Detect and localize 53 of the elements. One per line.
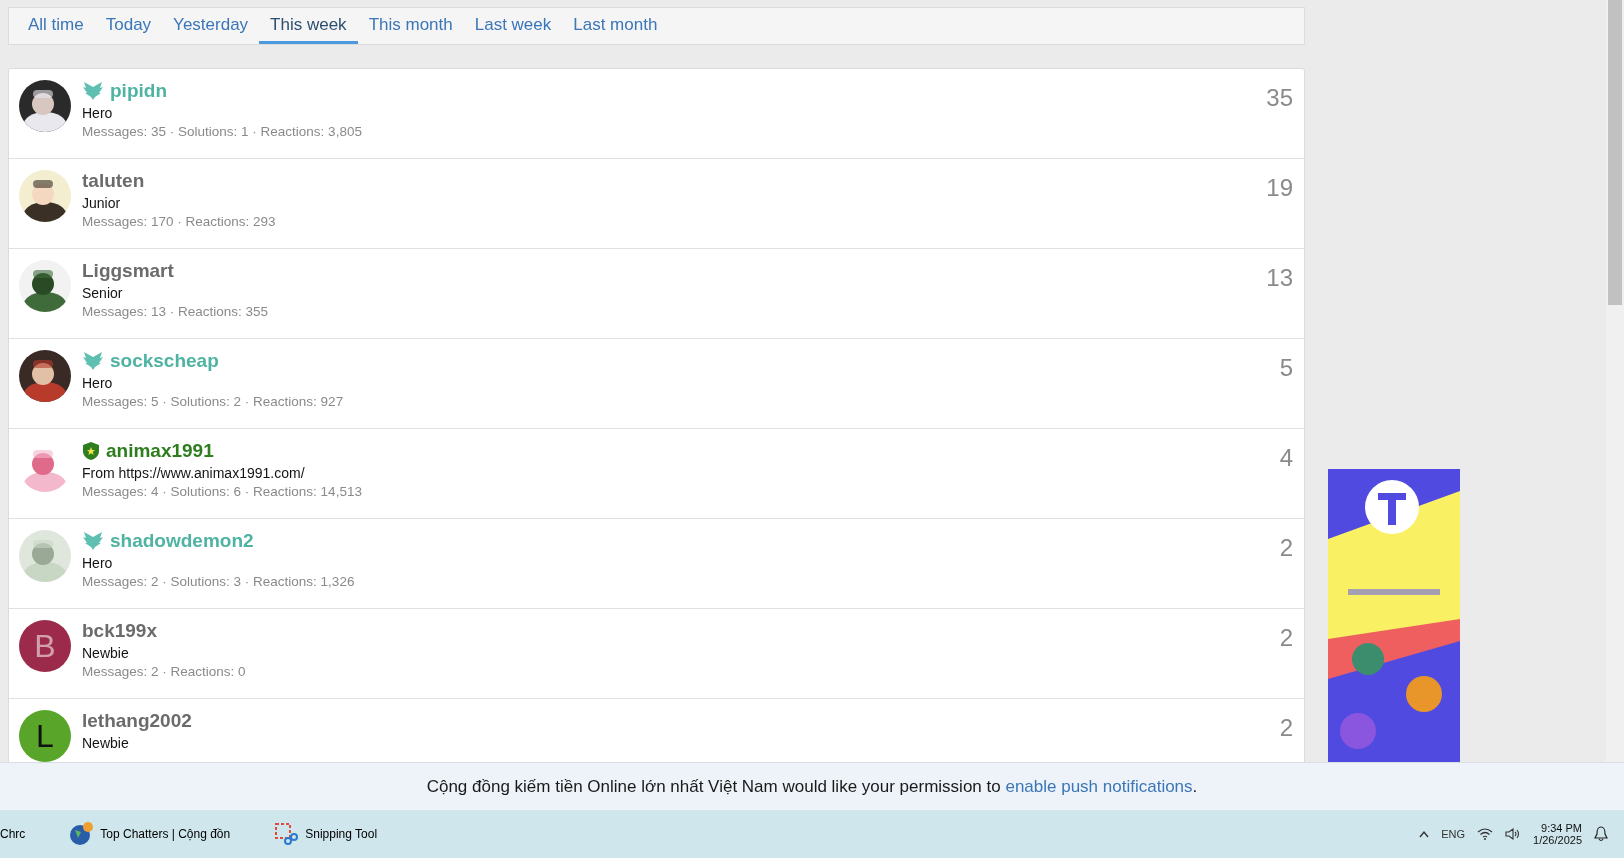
tab[interactable]: Last week xyxy=(463,8,563,44)
member-name[interactable]: animax1991 xyxy=(106,440,214,462)
message-count: 2 xyxy=(1279,624,1293,653)
member-title: Hero xyxy=(82,105,114,121)
member-title: Junior xyxy=(82,195,122,211)
avatar[interactable]: L xyxy=(19,710,71,762)
tab[interactable]: All time xyxy=(17,8,95,44)
taskbar-app[interactable]: Top Chatters | Cộng đồn xyxy=(41,810,239,858)
message-count: 19 xyxy=(1266,174,1293,203)
member-stats: Messages: 2 · Solutions: 3 · Reactions: 1,326 xyxy=(82,574,356,589)
member-title: From https://www.animax1991.com/ xyxy=(82,465,306,481)
member-name[interactable]: taluten xyxy=(82,170,145,192)
wifi-icon[interactable] xyxy=(1477,828,1494,840)
member-name[interactable]: Liggsmart xyxy=(82,260,174,282)
member-stats: Messages: 35 · Solutions: 1 · Reactions: 3,805 xyxy=(82,124,363,139)
scissors-icon xyxy=(274,822,299,846)
member-stats: Messages: 170 · Reactions: 293 xyxy=(82,214,277,229)
member-name[interactable]: lethang2002 xyxy=(82,710,192,732)
member-stats: Messages: 13 · Reactions: 355 xyxy=(82,304,270,319)
member-stats: Messages: 2 · Reactions: 0 xyxy=(82,664,247,679)
globe-icon xyxy=(69,822,94,846)
tab[interactable]: Yesterday xyxy=(162,8,260,44)
member-stats: Messages: 5 · Solutions: 2 · Reactions: 927 xyxy=(82,394,345,409)
scrollbar[interactable] xyxy=(1606,0,1624,763)
taskbar-app[interactable]: Snipping Tool xyxy=(246,810,386,858)
chevron-up-icon[interactable] xyxy=(1419,830,1430,838)
taskbar-app[interactable]: Chrc xyxy=(0,810,34,858)
date: 1/26/2025 xyxy=(1533,834,1582,846)
message-count: 35 xyxy=(1266,84,1293,113)
message-count: 4 xyxy=(1279,444,1293,473)
member-stats: Messages: 4 · Solutions: 6 · Reactions: 14,513 xyxy=(82,484,363,499)
member-title: Senior xyxy=(82,285,124,301)
tab[interactable]: Last month xyxy=(562,8,669,44)
input-language[interactable]: ENG xyxy=(1441,828,1466,840)
bell-icon[interactable] xyxy=(1594,826,1608,842)
message-count: 2 xyxy=(1279,714,1293,743)
member-title: Newbie xyxy=(82,645,130,661)
clock[interactable]: 9:34 PM 1/26/2025 xyxy=(1533,822,1582,846)
tab[interactable]: This month xyxy=(357,8,464,44)
avatar[interactable]: B xyxy=(19,620,71,672)
enable-notifications-link[interactable]: enable push notifications xyxy=(1005,776,1193,796)
tab[interactable]: Today xyxy=(94,8,163,44)
member-title: Hero xyxy=(82,375,114,391)
member-title: Hero xyxy=(82,555,114,571)
member-title: Newbie xyxy=(82,735,130,751)
time: 9:34 PM xyxy=(1541,822,1582,834)
member-name[interactable]: bck199x xyxy=(82,620,157,642)
message-count: 2 xyxy=(1279,534,1293,563)
tab[interactable]: This week xyxy=(259,8,358,44)
message-count: 5 xyxy=(1279,354,1293,383)
message-count: 13 xyxy=(1266,264,1293,293)
notification-text: Cộng đồng kiếm tiền Online lớn nhất Việt Nam would like your permission to enable push notifications. xyxy=(426,776,1198,797)
speaker-icon[interactable] xyxy=(1505,828,1522,840)
